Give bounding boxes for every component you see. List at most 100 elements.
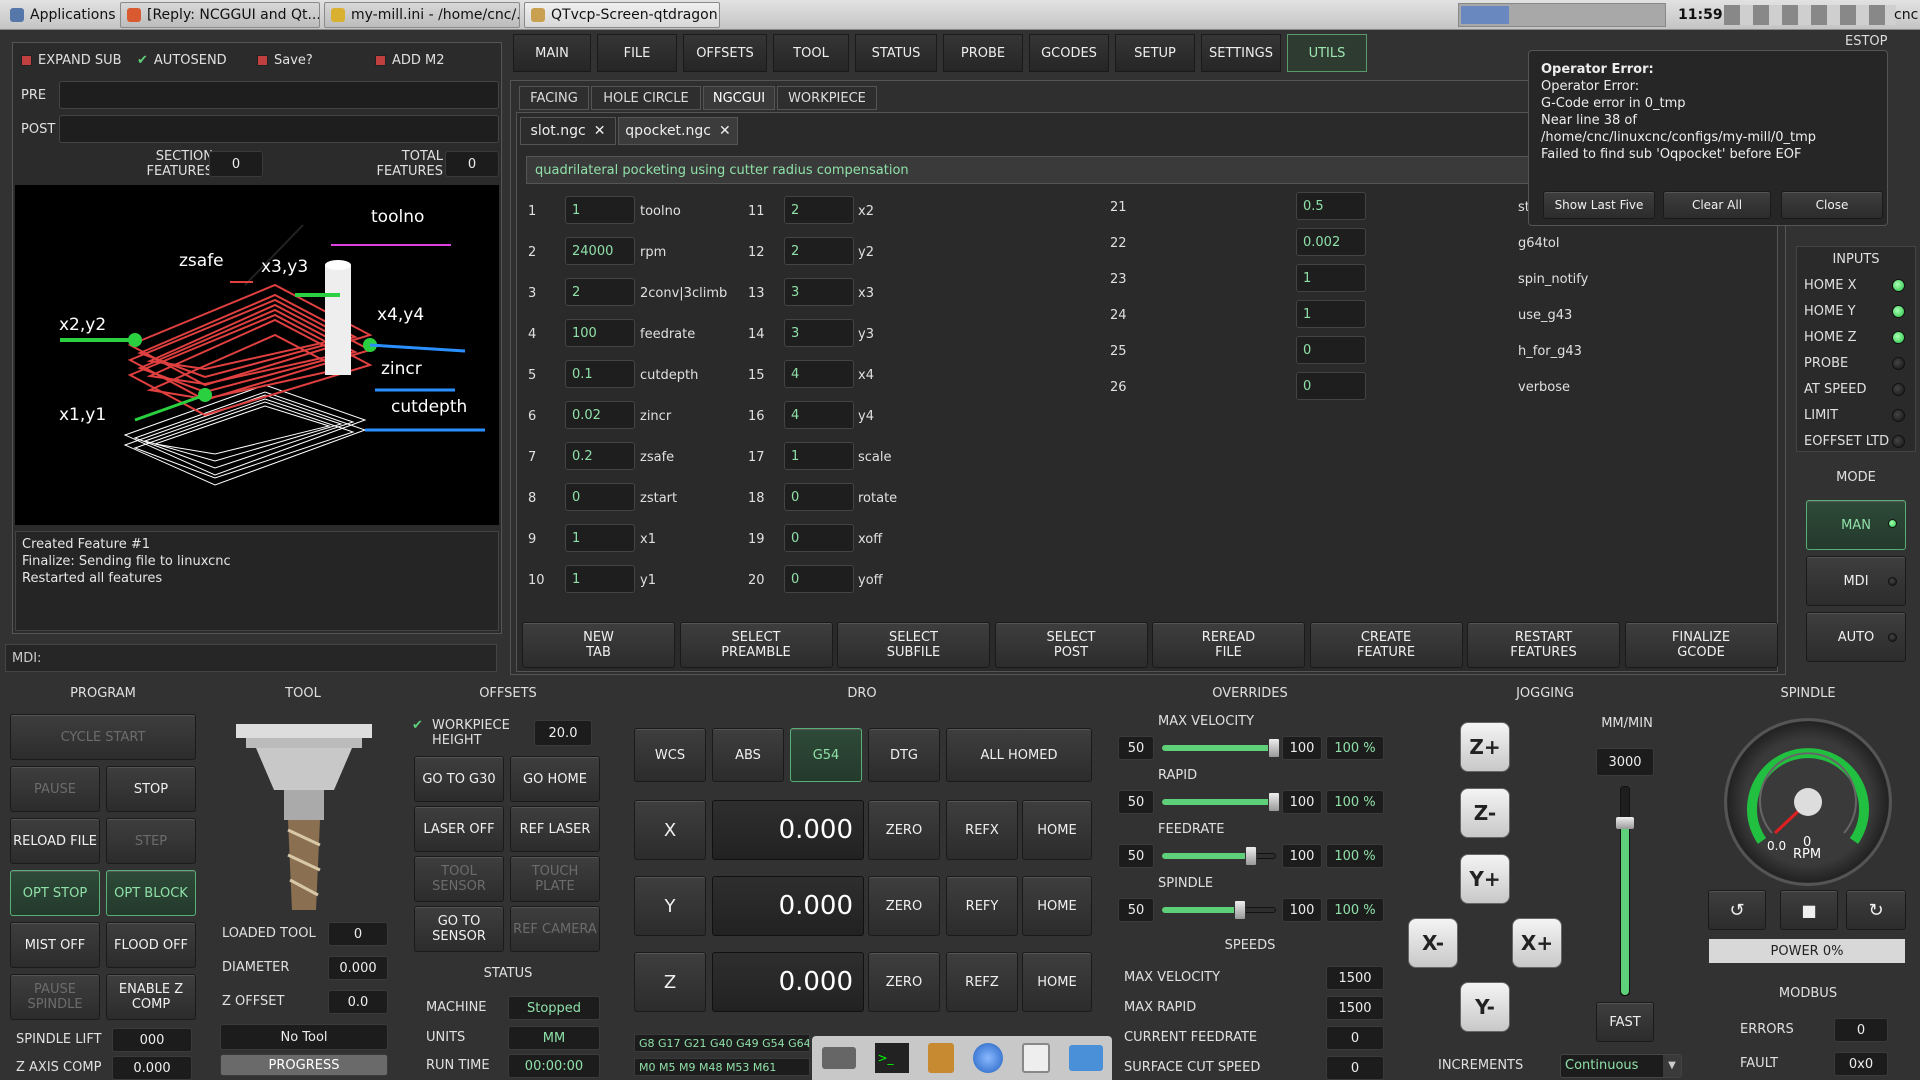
override-slider-knob[interactable] bbox=[1268, 792, 1280, 812]
user-menu[interactable]: cnc bbox=[1888, 2, 1920, 28]
archive-icon[interactable] bbox=[927, 1043, 954, 1073]
jog-z-plus-button[interactable]: Z+ bbox=[1460, 722, 1510, 772]
param-input[interactable]: 0 bbox=[784, 483, 854, 511]
param-input[interactable]: 0 bbox=[1296, 372, 1366, 400]
tray-icons[interactable] bbox=[1724, 5, 1896, 25]
home-axis-button[interactable]: HOME bbox=[1022, 876, 1092, 936]
tab-tool[interactable]: TOOL bbox=[773, 34, 849, 72]
ngcgui-action-button[interactable]: SELECT POST bbox=[994, 622, 1148, 668]
save-check[interactable]: Save? bbox=[257, 53, 313, 68]
param-input[interactable]: 0.5 bbox=[1296, 192, 1366, 220]
param-input[interactable]: 2 bbox=[784, 196, 854, 224]
override-slider-knob[interactable] bbox=[1268, 738, 1280, 758]
workspace-1[interactable] bbox=[1461, 6, 1509, 24]
laser-toggle-button[interactable]: LASER OFF bbox=[414, 806, 504, 852]
cycle-start-button[interactable]: CYCLE START bbox=[10, 714, 196, 760]
subtab-workpiece[interactable]: WORKPIECE bbox=[777, 86, 877, 110]
workpiece-height-check[interactable]: ✔ WORKPIECE HEIGHT bbox=[412, 718, 522, 748]
ngcgui-action-button[interactable]: REREAD FILE bbox=[1152, 622, 1305, 668]
reload-file-button[interactable]: RELOAD FILE bbox=[10, 818, 100, 864]
mode-auto-button[interactable]: AUTO bbox=[1806, 612, 1906, 662]
workspace-switcher[interactable] bbox=[1458, 3, 1666, 27]
step-button[interactable]: STEP bbox=[106, 818, 196, 864]
terminal-icon[interactable]: >_ bbox=[874, 1043, 909, 1073]
autosend-check[interactable]: ✔ AUTOSEND bbox=[137, 53, 227, 68]
pause-button[interactable]: PAUSE bbox=[10, 766, 100, 812]
param-input[interactable]: 0.02 bbox=[565, 401, 635, 429]
go-to-sensor-button[interactable]: GO TO SENSOR bbox=[414, 906, 504, 952]
zero-axis-button[interactable]: ZERO bbox=[868, 800, 940, 860]
param-input[interactable]: 0 bbox=[784, 565, 854, 593]
ref-axis-button[interactable]: REFZ bbox=[946, 952, 1018, 1012]
spindle-forward-button[interactable]: ↻ bbox=[1846, 890, 1906, 930]
tab-offsets[interactable]: OFFSETS bbox=[683, 34, 767, 72]
subtab-ngcgui[interactable]: NGCGUI bbox=[703, 86, 775, 110]
mdi-input[interactable]: MDI: bbox=[5, 644, 497, 672]
override-slider-knob[interactable] bbox=[1234, 900, 1246, 920]
param-input[interactable]: 3 bbox=[784, 278, 854, 306]
go-home-button[interactable]: GO HOME bbox=[510, 756, 600, 802]
axis-select-button[interactable]: X bbox=[634, 800, 706, 860]
tab-status[interactable]: STATUS bbox=[855, 34, 937, 72]
param-input[interactable]: 1 bbox=[565, 524, 635, 552]
zero-axis-button[interactable]: ZERO bbox=[868, 952, 940, 1012]
browser-icon[interactable] bbox=[972, 1043, 1003, 1073]
taskbar-window-2[interactable]: my-mill.ini - /home/cnc/... bbox=[324, 2, 520, 28]
ref-axis-button[interactable]: REFY bbox=[946, 876, 1018, 936]
post-input[interactable] bbox=[59, 115, 499, 143]
spindle-reverse-button[interactable]: ↺ bbox=[1708, 890, 1766, 930]
close-icon[interactable]: ✕ bbox=[594, 123, 606, 139]
param-input[interactable]: 1 bbox=[565, 565, 635, 593]
param-input[interactable]: 3 bbox=[784, 319, 854, 347]
opt-stop-button[interactable]: OPT STOP bbox=[10, 870, 100, 916]
taskbar-window-3[interactable]: QTvcp-Screen-qtdragon... bbox=[524, 2, 720, 28]
all-homed-button[interactable]: ALL HOMED bbox=[946, 728, 1092, 782]
go-to-g30-button[interactable]: GO TO G30 bbox=[414, 756, 504, 802]
ref-axis-button[interactable]: REFX bbox=[946, 800, 1018, 860]
tab-setup[interactable]: SETUP bbox=[1115, 34, 1195, 72]
param-input[interactable]: 4 bbox=[784, 360, 854, 388]
param-input[interactable]: 0 bbox=[784, 524, 854, 552]
tab-settings[interactable]: SETTINGS bbox=[1201, 34, 1281, 72]
tab-file[interactable]: FILE bbox=[597, 34, 677, 72]
dtg-button[interactable]: DTG bbox=[868, 728, 940, 782]
jog-x-minus-button[interactable]: X- bbox=[1408, 918, 1458, 968]
param-input[interactable]: 0.1 bbox=[565, 360, 635, 388]
ngcgui-action-button[interactable]: CREATE FEATURE bbox=[1309, 622, 1463, 668]
param-input[interactable]: 100 bbox=[565, 319, 635, 347]
wcs-button[interactable]: WCS bbox=[634, 728, 706, 782]
jog-z-minus-button[interactable]: Z- bbox=[1460, 788, 1510, 838]
subtab-facing[interactable]: FACING bbox=[519, 86, 589, 110]
add-m2-check[interactable]: ADD M2 bbox=[375, 53, 445, 68]
g54-button[interactable]: G54 bbox=[790, 728, 862, 782]
enable-z-comp-button[interactable]: ENABLE Z COMP bbox=[106, 974, 196, 1020]
ngcgui-action-button[interactable]: FINALIZE GCODE bbox=[1624, 622, 1778, 668]
home-axis-button[interactable]: HOME bbox=[1022, 952, 1092, 1012]
ref-laser-button[interactable]: REF LASER bbox=[510, 806, 600, 852]
mode-mdi-button[interactable]: MDI bbox=[1806, 556, 1906, 606]
stop-button[interactable]: STOP bbox=[106, 766, 196, 812]
file-tab-qpocket[interactable]: qpocket.ngc ✕ bbox=[618, 117, 738, 145]
tool-sensor-button[interactable]: TOOL SENSOR bbox=[414, 856, 504, 902]
param-input[interactable]: 0 bbox=[1296, 336, 1366, 364]
flood-toggle-button[interactable]: FLOOD OFF bbox=[106, 922, 196, 968]
tab-utils[interactable]: UTILS bbox=[1287, 34, 1367, 72]
close-icon[interactable]: ✕ bbox=[719, 123, 731, 139]
pre-input[interactable] bbox=[59, 81, 499, 109]
ref-camera-button[interactable]: REF CAMERA bbox=[510, 906, 600, 952]
mist-toggle-button[interactable]: MIST OFF bbox=[10, 922, 100, 968]
jog-y-plus-button[interactable]: Y+ bbox=[1460, 854, 1510, 904]
home-axis-button[interactable]: HOME bbox=[1022, 800, 1092, 860]
param-input[interactable]: 2 bbox=[565, 278, 635, 306]
mode-manual-button[interactable]: MAN bbox=[1806, 500, 1906, 550]
param-input[interactable]: 4 bbox=[784, 401, 854, 429]
jog-rate-knob[interactable] bbox=[1616, 817, 1634, 829]
axis-select-button[interactable]: Y bbox=[634, 876, 706, 936]
clear-all-button[interactable]: Clear All bbox=[1663, 191, 1771, 219]
search-icon[interactable] bbox=[1021, 1043, 1050, 1073]
param-input[interactable]: 1 bbox=[1296, 264, 1366, 292]
show-last-five-button[interactable]: Show Last Five bbox=[1543, 191, 1655, 219]
ngcgui-action-button[interactable]: SELECT PREAMBLE bbox=[679, 622, 833, 668]
pause-spindle-button[interactable]: PAUSE SPINDLE bbox=[10, 974, 100, 1020]
param-input[interactable]: 1 bbox=[565, 196, 635, 224]
